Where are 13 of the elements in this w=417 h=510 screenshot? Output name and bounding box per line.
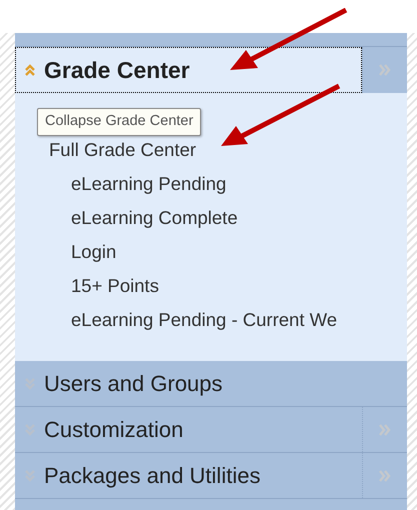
menu-link[interactable]: Login — [15, 235, 407, 269]
menu-link[interactable]: eLearning Complete — [15, 201, 407, 235]
tooltip: Collapse Grade Center — [37, 108, 202, 136]
menu-link[interactable]: eLearning Pending — [15, 167, 407, 201]
menu-link[interactable]: eLearning Pending - Current We — [15, 303, 407, 337]
double-chevron-icon — [378, 424, 392, 436]
menu-link[interactable]: 15+ Points — [15, 269, 407, 303]
options-menu-button[interactable] — [362, 47, 407, 93]
menu-link[interactable]: Full Grade Center — [15, 133, 407, 167]
section-header[interactable]: Users and Groups — [15, 361, 407, 406]
collapse-chevron-icon — [24, 64, 36, 76]
double-chevron-icon — [378, 64, 392, 76]
double-chevron-icon — [378, 470, 392, 482]
